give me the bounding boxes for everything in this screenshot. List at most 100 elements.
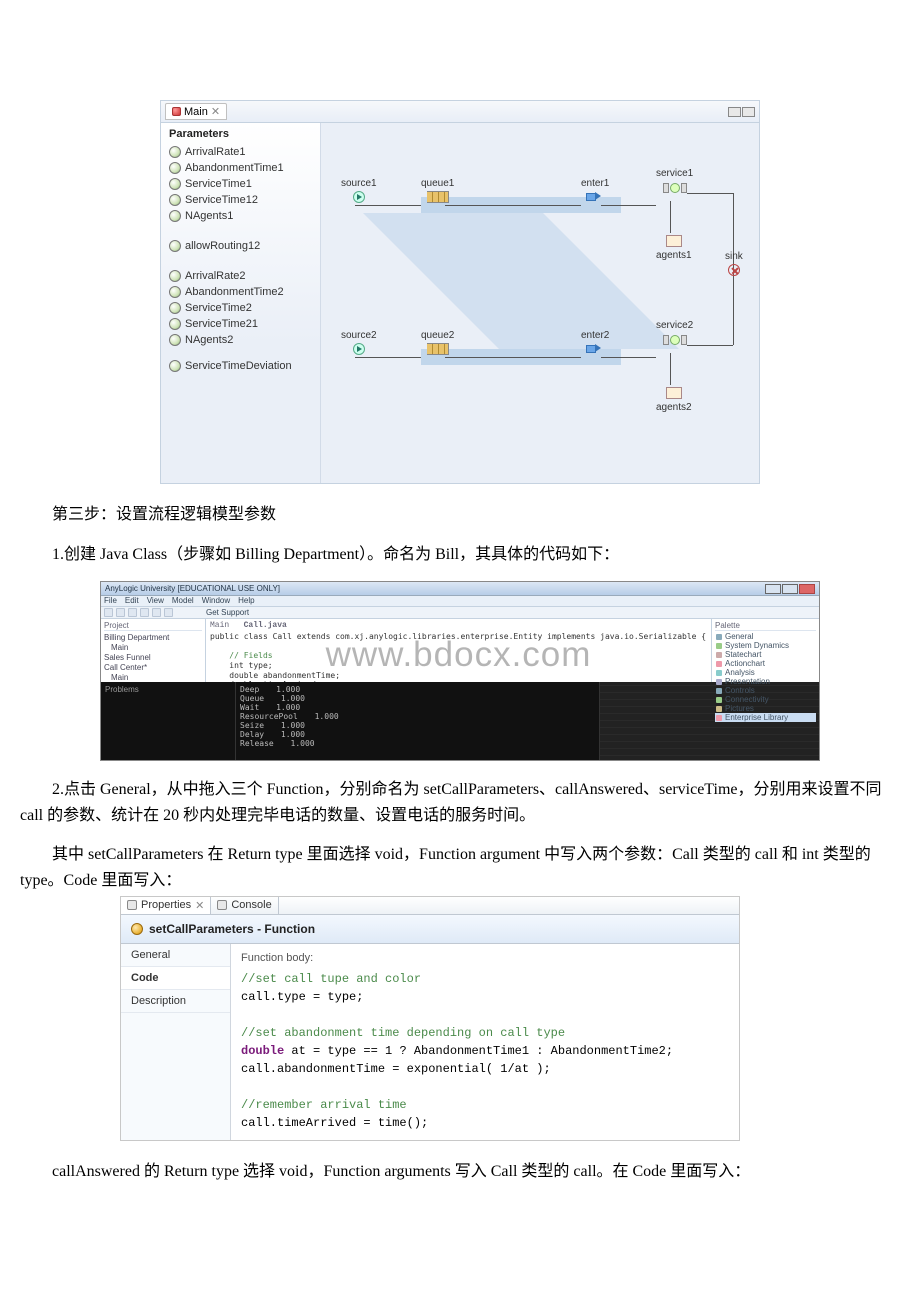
menu-item[interactable]: Help — [238, 596, 254, 606]
console-row: Queue 1.000 — [240, 694, 595, 703]
parameter-icon — [169, 178, 181, 190]
palette-tab[interactable]: Palette — [715, 621, 816, 631]
paragraph: 1.创建 Java Class（步骤如 Billing Department）。… — [20, 542, 900, 568]
resourcepool-icon[interactable] — [666, 387, 682, 399]
toolbar: Get Support — [101, 607, 819, 619]
sidebar-item-description[interactable]: Description — [121, 990, 230, 1013]
console-panel[interactable]: Deep 1.000 Queue 1.000 Wait 1.000 Resour… — [236, 682, 599, 761]
maximize-icon[interactable] — [782, 584, 798, 594]
menu-item[interactable]: Edit — [125, 596, 139, 606]
palette-item[interactable]: Presentation — [715, 677, 816, 686]
tab-label: Console — [231, 899, 271, 911]
block-label: agents1 — [656, 250, 692, 261]
block-label: service2 — [656, 320, 693, 331]
code-editor[interactable]: Main Call.java public class Call extends… — [206, 619, 711, 682]
menu-item[interactable]: Model — [172, 596, 194, 606]
get-support-link[interactable]: Get Support — [206, 608, 249, 617]
queue-icon[interactable] — [427, 191, 449, 203]
palette-item[interactable]: Analysis — [715, 668, 816, 677]
minimize-icon[interactable] — [765, 584, 781, 594]
param-item: ServiceTime1 — [169, 176, 312, 192]
palette-item[interactable]: System Dynamics — [715, 641, 816, 650]
project-tab[interactable]: Project — [104, 621, 202, 631]
close-icon[interactable] — [799, 584, 815, 594]
tab-main[interactable]: Main ✕ — [165, 103, 227, 120]
param-item: NAgents1 — [169, 208, 312, 224]
enter-icon[interactable] — [586, 343, 604, 353]
param-item: ArrivalRate2 — [169, 268, 312, 284]
block-label: agents2 — [656, 402, 692, 413]
palette-item[interactable]: Enterprise Library — [715, 713, 816, 722]
tab-properties[interactable]: Properties ✕ — [121, 897, 211, 914]
console-row: Deep 1.000 — [240, 685, 595, 694]
parameter-icon — [169, 146, 181, 158]
paragraph: 第三步：设置流程逻辑模型参数 — [20, 502, 900, 528]
enter-icon[interactable] — [586, 191, 604, 201]
menu-item[interactable]: Window — [202, 596, 230, 606]
paragraph: callAnswered 的 Return type 选择 void，Funct… — [20, 1159, 900, 1185]
sidebar-item-general[interactable]: General — [121, 944, 230, 967]
paragraph: 其中 setCallParameters 在 Return type 里面选择 … — [20, 842, 900, 893]
palette-item[interactable]: Pictures — [715, 704, 816, 713]
tree-node[interactable]: Call Center* — [104, 663, 202, 673]
parameter-icon — [169, 286, 181, 298]
palette-item[interactable]: General — [715, 632, 816, 641]
tree-node[interactable]: Main — [104, 673, 202, 682]
panel-tab[interactable]: Problems — [105, 685, 231, 694]
maximize-icon[interactable] — [742, 107, 755, 117]
tree-node[interactable]: Billing Department — [104, 633, 202, 643]
source-icon[interactable] — [353, 191, 365, 203]
minimize-icon[interactable] — [728, 107, 741, 117]
console-row: Delay 1.000 — [240, 730, 595, 739]
editor-tab[interactable]: Call.java — [244, 621, 287, 630]
block-label: queue1 — [421, 178, 454, 189]
flowchart-canvas[interactable]: source1 queue1 enter1 service1 — [321, 123, 759, 483]
close-icon[interactable]: ✕ — [195, 899, 204, 912]
toolbar-button[interactable] — [140, 608, 149, 617]
properties-icon — [127, 900, 137, 910]
parameter-icon — [169, 194, 181, 206]
editor-tabbar: Main ✕ — [161, 101, 759, 123]
palette-item[interactable]: Connectivity — [715, 695, 816, 704]
service-icon[interactable] — [661, 333, 689, 347]
parameter-icon — [169, 162, 181, 174]
project-panel[interactable]: Project Billing Department Main Sales Fu… — [101, 619, 206, 682]
sink-icon[interactable] — [728, 264, 740, 276]
tab-label: Properties — [141, 899, 191, 911]
parameter-icon — [169, 334, 181, 346]
anylogic-icon — [172, 107, 181, 116]
window-buttons — [765, 584, 815, 594]
menu-item[interactable]: View — [147, 596, 164, 606]
tab-console[interactable]: Console — [211, 897, 278, 914]
properties-sidebar: General Code Description — [121, 944, 231, 1140]
properties-header: setCallParameters - Function — [121, 915, 739, 944]
toolbar-button[interactable] — [164, 608, 173, 617]
menu-item[interactable]: File — [104, 596, 117, 606]
palette-item[interactable]: Actionchart — [715, 659, 816, 668]
tab-main-label: Main — [184, 106, 208, 118]
paragraph: 2.点击 General，从中拖入三个 Function，分别命名为 setCa… — [20, 777, 900, 828]
tree-node[interactable]: Sales Funnel — [104, 653, 202, 663]
function-body-code[interactable]: //set call tupe and color call.type = ty… — [241, 970, 729, 1132]
parameter-icon — [169, 210, 181, 222]
toolbar-button[interactable] — [116, 608, 125, 617]
queue-icon[interactable] — [427, 343, 449, 355]
tree-node[interactable]: Main — [104, 643, 202, 653]
resourcepool-icon[interactable] — [666, 235, 682, 247]
service-icon[interactable] — [661, 181, 689, 195]
editor-tab[interactable]: Main — [210, 621, 229, 630]
toolbar-button[interactable] — [152, 608, 161, 617]
parameter-icon — [169, 318, 181, 330]
problems-panel[interactable]: Problems — [101, 682, 236, 761]
console-row: Release 1.000 — [240, 739, 595, 748]
function-icon — [131, 923, 143, 935]
palette-panel[interactable]: Palette General System Dynamics Statecha… — [711, 619, 819, 682]
toolbar-button[interactable] — [104, 608, 113, 617]
close-icon[interactable]: ✕ — [211, 105, 220, 118]
palette-item[interactable]: Controls — [715, 686, 816, 695]
toolbar-button[interactable] — [128, 608, 137, 617]
palette-item[interactable]: Statechart — [715, 650, 816, 659]
source-icon[interactable] — [353, 343, 365, 355]
sidebar-item-code[interactable]: Code — [121, 967, 230, 990]
block-label: enter1 — [581, 178, 609, 189]
